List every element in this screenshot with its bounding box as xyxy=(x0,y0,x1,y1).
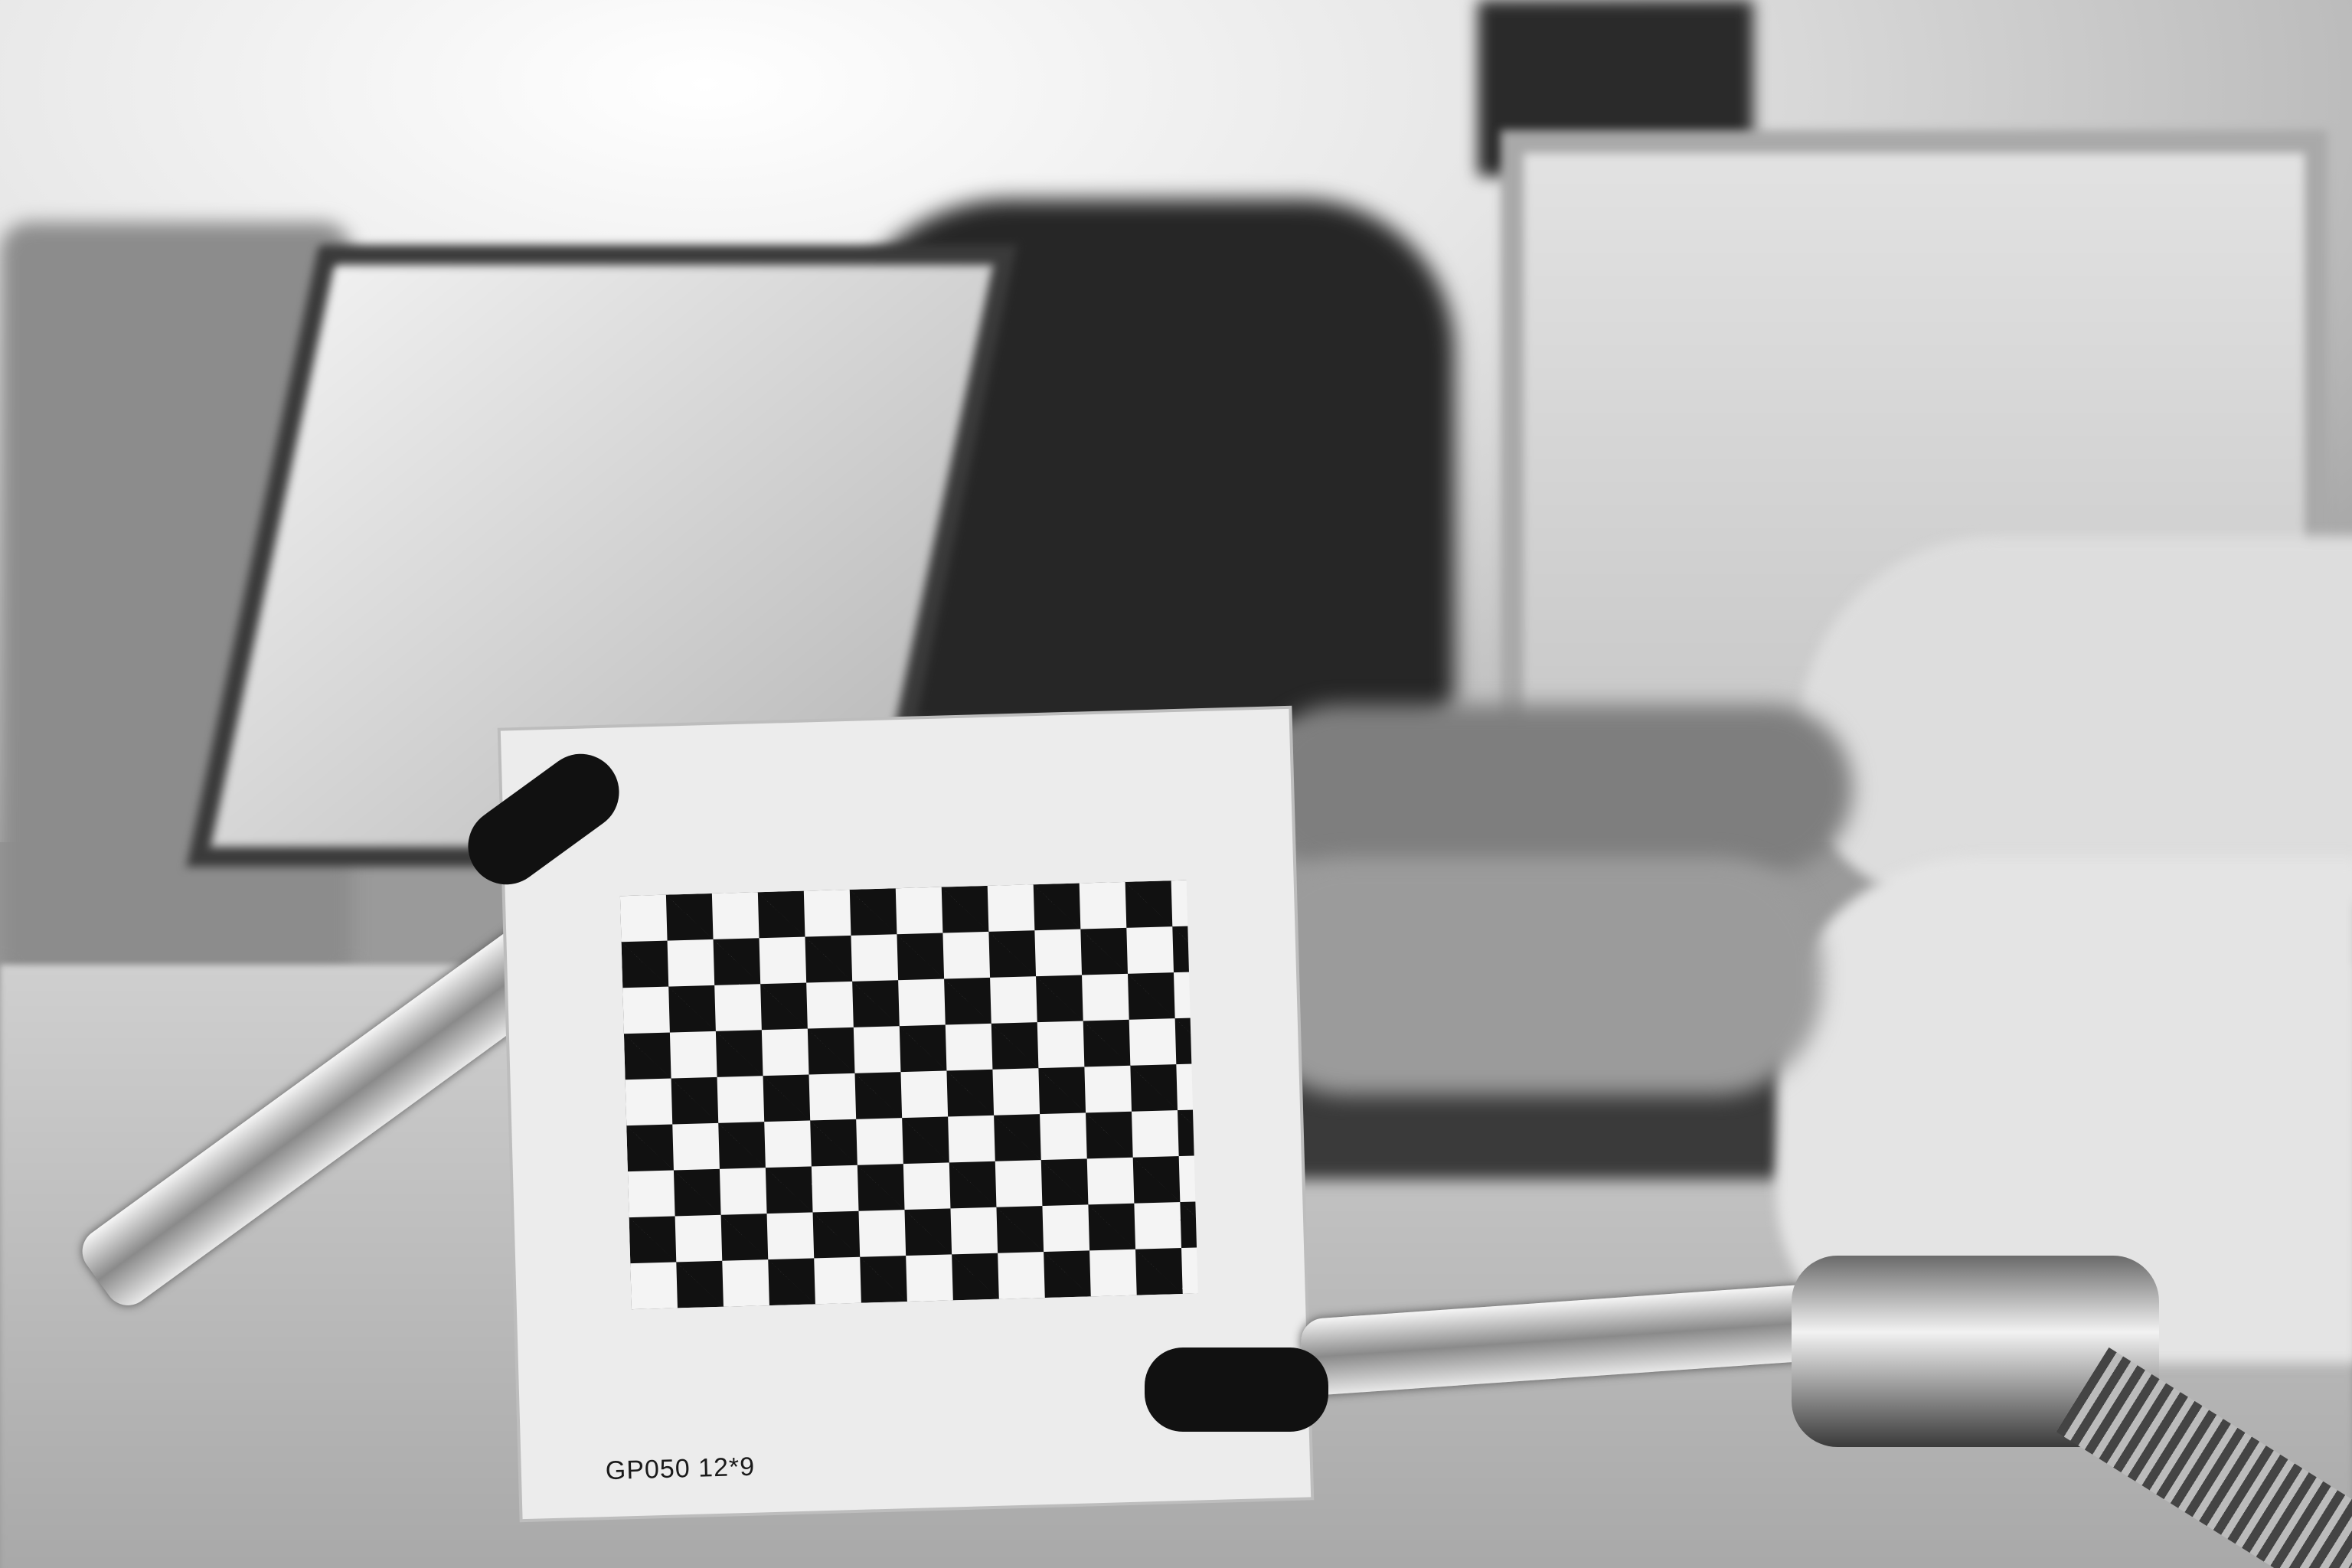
sleeve-upper xyxy=(1799,536,2352,903)
checkerboard-pattern xyxy=(619,880,1198,1310)
clip-right-tip xyxy=(1145,1348,1328,1432)
photo-scene: GP050 12*9 xyxy=(0,0,2352,1568)
hand-upper xyxy=(1256,704,1853,873)
hand-lower xyxy=(1240,858,1822,1095)
board-label: GP050 12*9 xyxy=(605,1452,756,1486)
